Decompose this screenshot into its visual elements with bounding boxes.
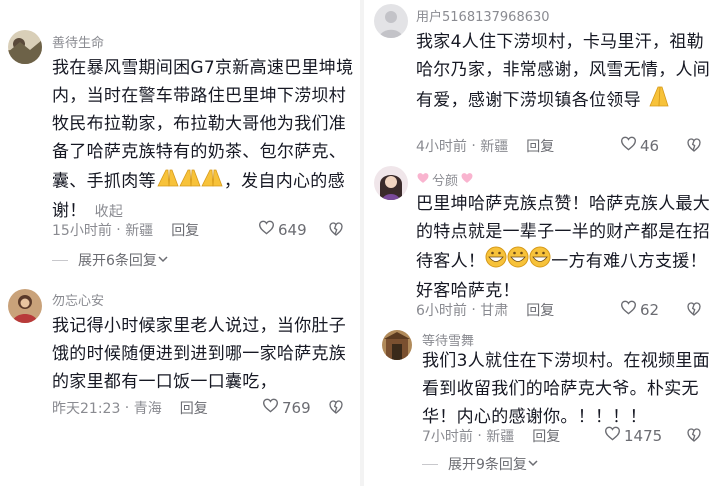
like-button[interactable]: 62 (620, 300, 659, 319)
pray-hands-icon (647, 84, 671, 117)
reply-button[interactable]: 回复 (532, 426, 560, 446)
comment-location: 新疆 (125, 223, 154, 239)
collapse-link[interactable]: 收起 (95, 204, 124, 220)
comment-text: 我们3人就住在下涝坝村。在视频里面看到收留我们的哈萨克大爷。朴实无华！内心的感谢… (422, 351, 710, 427)
comment-location: 新疆 (486, 429, 515, 445)
meta-dot: · (120, 400, 134, 416)
heart-icon (620, 136, 637, 155)
meta-dot: · (466, 302, 481, 318)
dislike-icon[interactable] (328, 399, 344, 419)
like-button[interactable]: 46 (620, 136, 659, 155)
chevron-down-icon (157, 252, 169, 268)
panel-divider (360, 0, 364, 486)
comment-text: 我记得小时候家里老人说过，当你肚子饿的时候随便进到进到哪一家哈萨克族的家里都有一… (52, 316, 347, 392)
like-count: 769 (282, 398, 311, 417)
comment-meta: 15小时前 · 新疆 回复 (52, 220, 199, 240)
expand-replies-button[interactable]: 展开9条回复 (422, 454, 539, 474)
comment-username[interactable]: 用户5168137968630 (416, 6, 550, 25)
comment-username: 兮颜 (432, 174, 459, 189)
comment-text: 我在暴风雪期间困G7京新高速巴里坤境内，当时在警车带路住巴里坤下涝坝村牧民布拉勒… (52, 54, 357, 226)
comment-time: 昨天21:23 (52, 401, 121, 417)
like-button[interactable]: 769 (262, 398, 311, 417)
heart-icon (620, 300, 637, 319)
comment-location: 甘肃 (480, 303, 509, 319)
dislike-icon[interactable] (328, 221, 344, 241)
comment-location: 新疆 (480, 139, 509, 155)
expand-replies-button[interactable]: 展开6条回复 (52, 250, 169, 270)
comment-meta: 昨天21:23 · 青海 回复 (52, 398, 208, 418)
expand-label: 展开6条回复 (78, 253, 157, 269)
comment-time: 6小时前 (416, 303, 467, 319)
pink-heart-icon (416, 172, 430, 188)
pink-heart-icon (460, 172, 474, 188)
avatar-landscape-icon[interactable] (8, 30, 42, 64)
reply-button[interactable]: 回复 (171, 220, 199, 240)
heart-icon (262, 398, 279, 417)
comment-meta: 7小时前 · 新疆 回复 (422, 426, 560, 446)
expand-line (422, 463, 438, 465)
comment-username[interactable]: 勿忘心安 (52, 290, 104, 309)
like-count: 1475 (624, 426, 663, 445)
like-button[interactable]: 649 (258, 220, 307, 239)
dislike-icon[interactable] (686, 301, 702, 321)
like-count: 46 (640, 136, 660, 155)
heart-icon (604, 426, 621, 445)
comment-location: 青海 (133, 401, 162, 417)
avatar-woman-icon[interactable] (374, 166, 408, 200)
comment-text: 巴里坤哈萨克族点赞！哈萨克族人最大的特点就是一辈子一半的财产都是在招待客人！ 一方… (416, 190, 716, 305)
chevron-down-icon (527, 456, 539, 472)
like-count: 649 (278, 220, 307, 239)
like-count: 62 (640, 300, 660, 319)
dislike-icon[interactable] (686, 137, 702, 157)
heart-icon (258, 220, 275, 239)
reply-button[interactable]: 回复 (526, 136, 554, 156)
meta-dot: · (466, 138, 481, 154)
avatar-person-icon[interactable] (8, 289, 42, 323)
pray-hands-icon (156, 166, 224, 197)
comment-text: 我家4人住下涝坝村，卡马里汗，祖勒哈尔乃家，非常感谢，风雪无情，人间有爱，感谢下… (416, 28, 716, 117)
default-avatar-icon[interactable] (374, 4, 408, 38)
comment-username-row[interactable]: 兮颜 (416, 170, 474, 189)
reply-button[interactable]: 回复 (180, 398, 208, 418)
comment-meta: 4小时前 · 新疆 回复 (416, 136, 554, 156)
like-button[interactable]: 1475 (604, 426, 662, 445)
expand-label: 展开9条回复 (448, 457, 527, 473)
meta-dot: · (111, 222, 126, 238)
comment-time: 15小时前 (52, 223, 112, 239)
reply-button[interactable]: 回复 (526, 300, 554, 320)
grin-face-icon (485, 246, 551, 277)
avatar-gate-icon[interactable] (382, 330, 412, 360)
comment-meta: 6小时前 · 甘肃 回复 (416, 300, 554, 320)
dislike-icon[interactable] (686, 427, 702, 447)
comment-username[interactable]: 善待生命 (52, 32, 104, 51)
comment-time: 4小时前 (416, 139, 467, 155)
comment-time: 7小时前 (422, 429, 473, 445)
expand-line (52, 259, 68, 261)
meta-dot: · (472, 428, 487, 444)
